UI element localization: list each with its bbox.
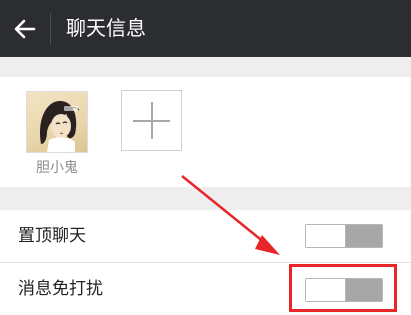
setting-label: 置顶聊天	[18, 226, 86, 246]
add-member-button[interactable]	[121, 90, 182, 151]
member-name: 胆小鬼	[36, 160, 78, 176]
back-arrow-icon[interactable]	[12, 16, 38, 42]
setting-label: 消息免打扰	[18, 279, 103, 299]
title-bar: 聊天信息	[0, 0, 411, 57]
page-title: 聊天信息	[66, 16, 146, 40]
avatar[interactable]	[26, 91, 88, 153]
toggle-knob	[306, 225, 346, 247]
red-highlight-box	[289, 264, 397, 312]
section-gap	[0, 57, 411, 77]
pin-chat-toggle[interactable]	[305, 224, 383, 248]
member-section: 胆小鬼	[0, 77, 411, 187]
member-item[interactable]: 胆小鬼	[26, 91, 88, 177]
section-gap	[0, 187, 411, 210]
setting-row-pin-chat[interactable]: 置顶聊天	[0, 210, 411, 262]
title-divider	[50, 13, 51, 45]
cartoon-girl-avatar-icon	[39, 100, 80, 152]
